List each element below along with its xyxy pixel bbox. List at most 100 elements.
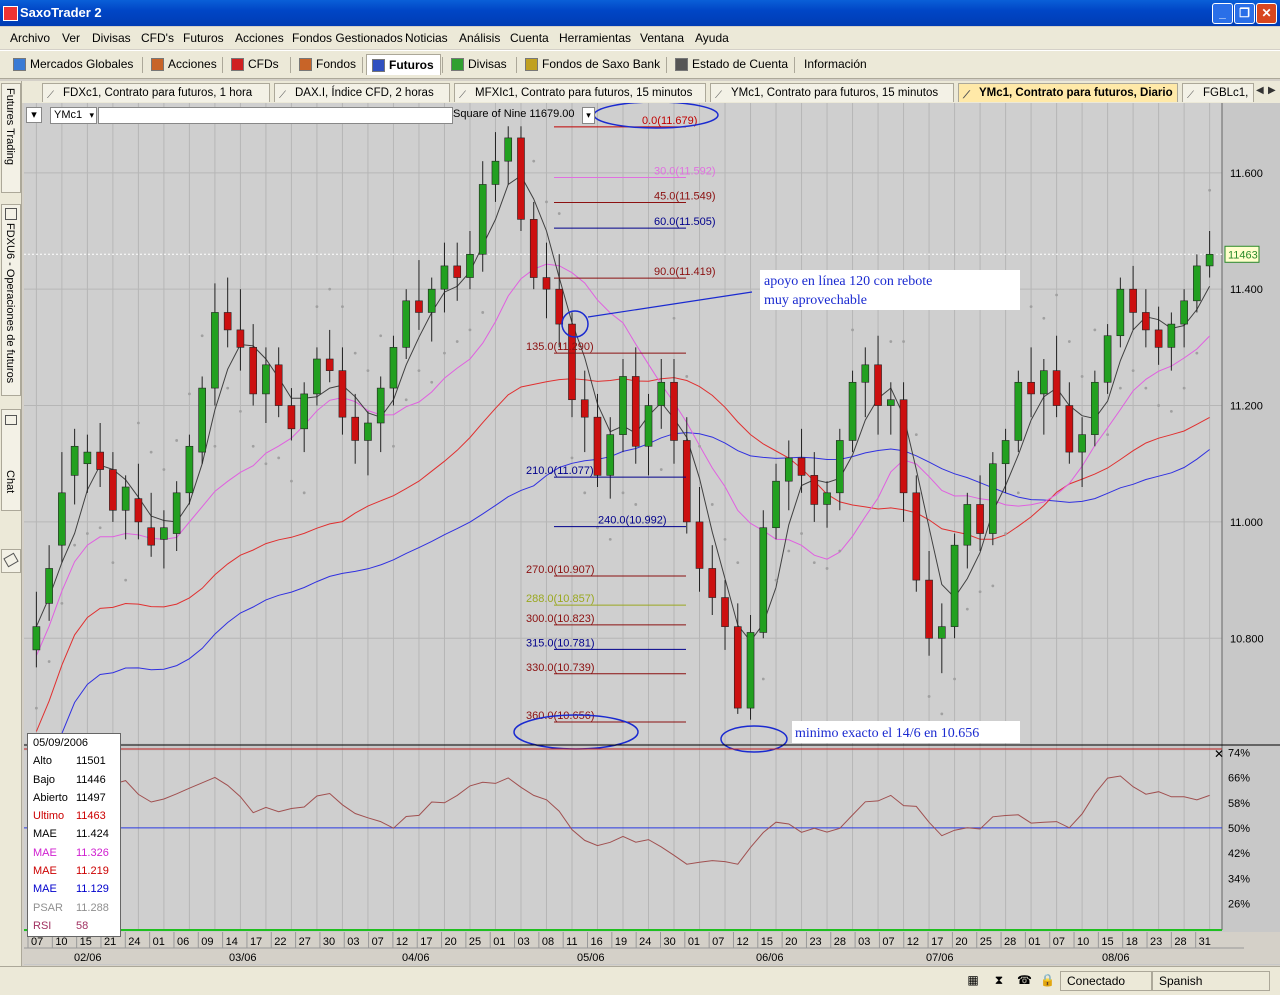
candle-body [1027, 381, 1035, 395]
tab-chart-1[interactable]: ⟋ DAX.I, Índice CFD, 2 horas [274, 83, 450, 102]
psar-dot [1055, 293, 1058, 297]
nav-item-2[interactable]: CFDs [226, 54, 285, 74]
nav-item-label: Fondos de Saxo Bank [542, 57, 661, 71]
candle-body [249, 347, 257, 395]
menu-item-4[interactable]: Futuros [183, 31, 224, 45]
candle-body [478, 184, 487, 255]
chart-menu-button[interactable]: ▾ [26, 107, 42, 123]
tab-scroll-right-icon[interactable]: ▶ [1268, 85, 1278, 96]
minimize-button[interactable]: _ [1212, 3, 1233, 24]
info-label: MAE [33, 883, 57, 896]
x-axis-day-label: 24 [639, 936, 651, 948]
futures-icon [372, 59, 385, 72]
app-icon [3, 6, 18, 21]
side-tab-futures-trading[interactable]: Futures Trading [1, 83, 21, 193]
info-row: MAE 11.129 [28, 880, 120, 898]
chart-icon: ⟋ [279, 90, 286, 101]
info-value: 11446 [76, 773, 106, 786]
psar-dot [1042, 316, 1046, 320]
psar-dot [1029, 305, 1033, 309]
x-axis-day-label: 21 [104, 936, 116, 948]
candle-body [70, 445, 79, 476]
candle-body [682, 440, 691, 523]
psar-dot [302, 491, 306, 495]
menu-item-6[interactable]: Fondos Gestionados [292, 31, 403, 45]
psar-dot [34, 706, 38, 710]
print-icon[interactable]: ▦ [966, 973, 980, 987]
psar-dot [621, 491, 625, 495]
candle-body [989, 463, 997, 534]
stocks-icon [151, 58, 164, 71]
psar-dot [761, 677, 765, 681]
chart-tab-bar: ◀ ▶ ⟋ FDXc1, Contrato para futuros, 1 hor… [22, 81, 1280, 103]
nav-item-7[interactable]: Estado de Cuenta [670, 54, 794, 74]
nav-item-5[interactable]: Divisas [446, 54, 513, 74]
x-axis-day-label: 11 [566, 936, 577, 948]
x-axis-day-label: 20 [445, 936, 457, 948]
candle-body [211, 312, 219, 389]
price-chart[interactable]: 11.600 11.400 11.200 11.000 10.800 11463 0.0(1… [24, 103, 1280, 965]
tab-chart-4[interactable]: ⟋ YMc1, Contrato para futuros, Diario [958, 83, 1178, 102]
x-axis-day-label: 20 [785, 936, 797, 948]
y-axis-label: 11.400 [1230, 284, 1263, 296]
rsi-axis-label: 74% [1228, 747, 1250, 759]
nav-item-1[interactable]: Acciones [146, 54, 223, 74]
candle-body [580, 399, 589, 418]
x-axis-day-label: 01 [493, 936, 505, 948]
side-tab-chat[interactable]: Chat [1, 409, 21, 511]
chart-area[interactable]: 11.600 11.400 11.200 11.000 10.800 11463 0.0(1… [24, 103, 1280, 965]
nav-item-6[interactable]: Fondos de Saxo Bank [520, 54, 666, 74]
candle-body [1193, 265, 1201, 302]
square-of-nine-label: 315.0(10.781) [526, 637, 595, 649]
menu-item-9[interactable]: Cuenta [510, 31, 549, 45]
maximize-button[interactable]: ❐ [1234, 3, 1255, 24]
menu-item-8[interactable]: Análisis [459, 31, 500, 45]
candle-body [96, 451, 104, 470]
square-of-nine-label: 270.0(10.907) [526, 564, 595, 576]
rsi-axis-label: 42% [1228, 848, 1250, 860]
nav-item-8[interactable]: Información [798, 54, 873, 74]
nav-item-3[interactable]: Fondos [294, 54, 362, 74]
menu-item-1[interactable]: Ver [62, 31, 80, 45]
tab-chart-2[interactable]: ⟋ MFXIc1, Contrato para futuros, 15 minut… [454, 83, 706, 102]
menu-item-11[interactable]: Ventana [640, 31, 684, 45]
tab-chart-5[interactable]: ⟋ FGBLc1, [1182, 83, 1254, 102]
menu-item-5[interactable]: Acciones [235, 31, 284, 45]
menu-item-3[interactable]: CFD's [141, 31, 174, 45]
x-axis-month-label: 06/06 [756, 952, 784, 964]
menu-item-7[interactable]: Noticias [405, 31, 448, 45]
menu-item-0[interactable]: Archivo [10, 31, 50, 45]
indicator-select[interactable]: Square of Nine 11679.00 ▾ [450, 107, 595, 124]
side-tab-extra[interactable] [1, 549, 21, 573]
tab-chart-3[interactable]: ⟋ YMc1, Contrato para futuros, 15 minutos [710, 83, 954, 102]
side-tab-fdxu6[interactable]: FDXU6 - Operaciones de futuros [1, 204, 21, 396]
x-axis-day-label: 12 [907, 936, 919, 948]
tab-chart-0[interactable]: ⟋ FDXc1, Contrato para futuros, 1 hora [42, 83, 270, 102]
psar-dot [111, 561, 115, 565]
menu-item-10[interactable]: Herramientas [559, 31, 631, 45]
info-value: 11.326 [76, 846, 109, 859]
candle-body [517, 137, 525, 220]
candle-body [121, 486, 130, 511]
close-button[interactable]: ✕ [1256, 3, 1277, 24]
candle-body [899, 399, 908, 494]
psar-dot [545, 200, 548, 204]
nav-item-label: Fondos [316, 57, 357, 71]
x-axis-day-label: 25 [980, 936, 992, 948]
menu-item-2[interactable]: Divisas [92, 31, 131, 45]
info-value: 11501 [76, 755, 106, 768]
nav-item-0[interactable]: Mercados Globales [8, 54, 139, 74]
tab-scroll-left-icon[interactable]: ◀ [1256, 85, 1266, 96]
symbol-select[interactable]: YMc1 ▾ [50, 107, 97, 124]
psar-dot [315, 305, 319, 309]
globe-icon [13, 58, 26, 71]
info-value: 11.288 [76, 901, 109, 914]
candle-body [593, 416, 602, 476]
side-tab-label: Futures Trading [4, 88, 16, 166]
y-axis-label: 11.200 [1230, 401, 1263, 413]
search-input[interactable] [98, 107, 453, 124]
menu-item-12[interactable]: Ayuda [695, 31, 729, 45]
nav-separator [362, 57, 363, 73]
psar-dot [838, 549, 842, 553]
nav-item-4[interactable]: Futuros [366, 54, 441, 75]
